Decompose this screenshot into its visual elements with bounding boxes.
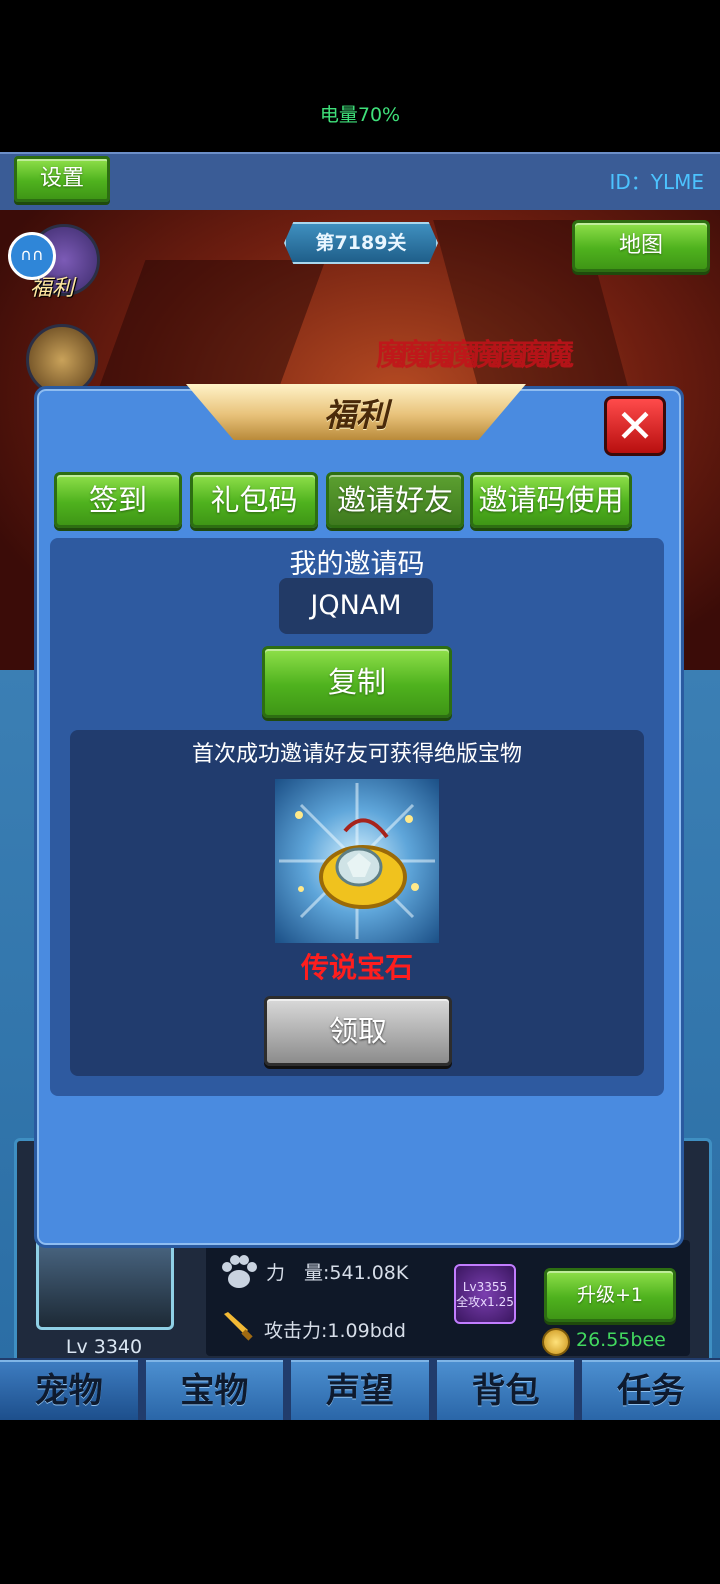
tab-use-invite-code[interactable]: 邀请码使用 bbox=[470, 472, 632, 528]
pet-attack: 攻击力:1.09bdd bbox=[264, 1320, 406, 1342]
float-assistant-icon[interactable]: ∩∩ bbox=[8, 232, 56, 280]
invite-code: JQNAM bbox=[279, 578, 433, 634]
upgrade-button[interactable]: 升级+1 bbox=[544, 1268, 676, 1322]
enemy-sprites: 魔魔魔魔魔魔魔魔 bbox=[376, 338, 574, 373]
tab-gift-code[interactable]: 礼包码 bbox=[190, 472, 318, 528]
bottom-tab-bar: 宠物 宝物 声望 背包 任务 bbox=[0, 1358, 720, 1420]
tab-invite-friends[interactable]: 邀请好友 bbox=[326, 472, 464, 528]
tab-pets[interactable]: 宠物 bbox=[0, 1360, 138, 1420]
pet-level: Lv 3340 bbox=[65, 1336, 143, 1358]
tab-tasks[interactable]: 任务 bbox=[582, 1360, 720, 1420]
tab-sign-in[interactable]: 签到 bbox=[54, 472, 182, 528]
pet-power: 力 量:541.08K bbox=[266, 1262, 409, 1284]
skill-badge[interactable]: Lv3355 全攻x1.25 bbox=[454, 1264, 516, 1324]
my-invite-code-label: 我的邀请码 bbox=[289, 549, 425, 580]
reward-name: 传说宝石 bbox=[300, 951, 413, 984]
skill-badge-bonus: 全攻x1.25 bbox=[456, 1295, 514, 1309]
close-icon[interactable]: ✕ bbox=[604, 396, 666, 456]
modal-title: 福利 bbox=[323, 396, 388, 434]
coin-cost: 26.55bee bbox=[576, 1329, 666, 1351]
player-id: ID：YLME bbox=[609, 170, 704, 194]
coin-icon bbox=[542, 1328, 570, 1356]
map-button[interactable]: 地图 bbox=[572, 220, 710, 272]
paw-icon bbox=[222, 1255, 257, 1288]
battery-status: 电量70% bbox=[319, 104, 401, 126]
tab-backpack[interactable]: 背包 bbox=[436, 1360, 575, 1420]
level-banner: 第7189关 bbox=[284, 222, 438, 264]
settings-button[interactable]: 设置 bbox=[14, 156, 110, 202]
claim-button[interactable]: 领取 bbox=[264, 996, 452, 1066]
skill-badge-level: Lv3355 bbox=[462, 1280, 508, 1294]
legendary-gem-amulet-icon bbox=[275, 779, 439, 943]
reward-description: 首次成功邀请好友可获得绝版宝物 bbox=[191, 742, 522, 767]
copy-button[interactable]: 复制 bbox=[262, 646, 452, 718]
tab-prestige[interactable]: 声望 bbox=[291, 1360, 429, 1420]
tab-treasures[interactable]: 宝物 bbox=[145, 1360, 284, 1420]
sword-icon bbox=[224, 1312, 253, 1341]
